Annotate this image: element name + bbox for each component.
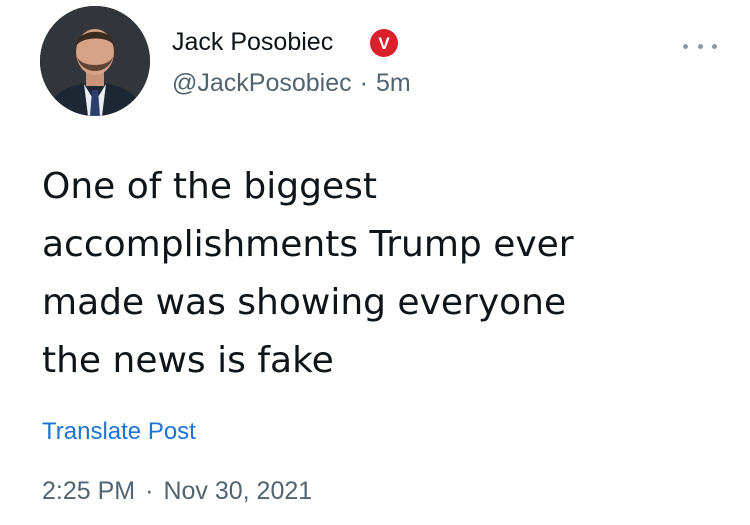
more-dot — [697, 43, 703, 49]
handle[interactable]: @JackPosobiec — [172, 69, 352, 97]
translate-post-link[interactable]: Translate Post — [42, 418, 196, 446]
verified-badge-icon: V — [370, 29, 398, 57]
more-dot — [683, 43, 688, 49]
tweet: Jack Posobiec V @JackPosobiec · 5m One of … — [0, 0, 750, 525]
display-name[interactable]: Jack Posobiec — [172, 28, 333, 57]
post-text: One of the biggest accomplishments Trump… — [42, 166, 574, 381]
separator-dot: · — [359, 69, 368, 97]
avatar[interactable] — [40, 6, 150, 116]
verified-badge-letter: V — [378, 34, 390, 53]
post-timestamp[interactable]: 2:25 PM · Nov 30, 2021 — [42, 477, 312, 506]
post-date: Nov 30, 2021 — [163, 477, 313, 505]
post-time: 2:25 PM — [42, 477, 136, 505]
profile-photo-icon — [40, 6, 150, 116]
more-dot — [712, 43, 717, 49]
relative-time[interactable]: 5m — [376, 69, 411, 97]
more-options-icon[interactable] — [683, 38, 717, 54]
handle-row: @JackPosobiec · 5m — [172, 69, 411, 98]
separator-dot: · — [145, 477, 154, 505]
